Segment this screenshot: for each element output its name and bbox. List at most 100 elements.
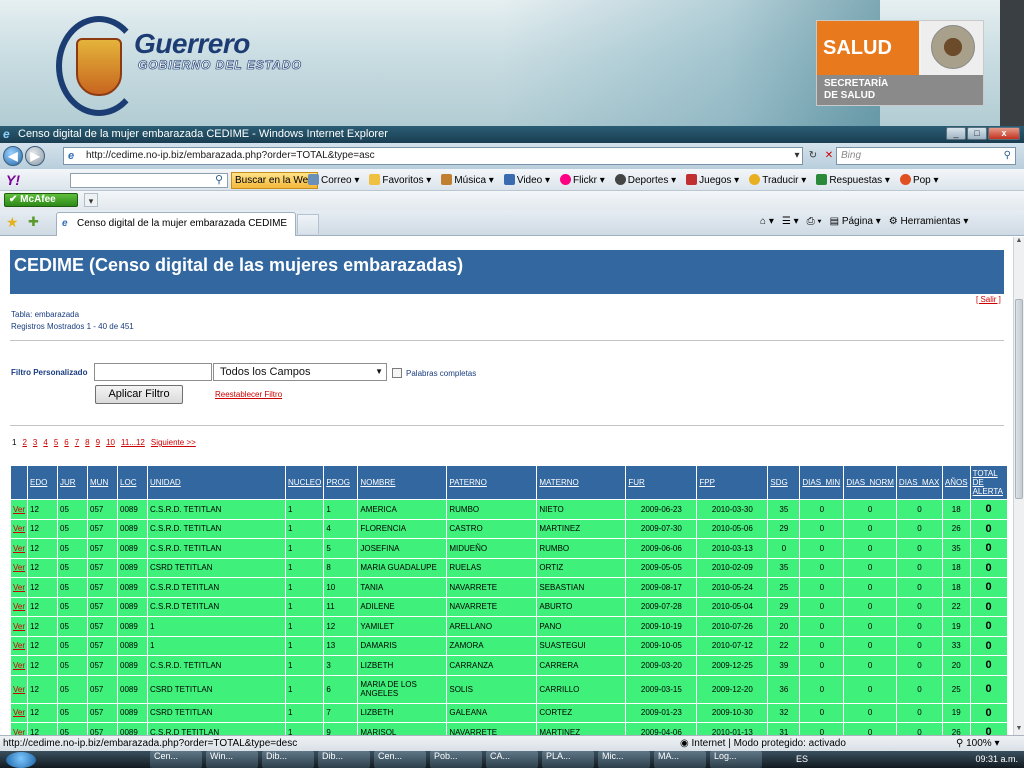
yahoo-link-respuestas[interactable]: Respuestas ▾ [816,173,890,188]
page-link[interactable]: 4 [43,438,47,447]
close-button[interactable]: x [988,127,1020,140]
language-indicator[interactable]: ES [796,751,808,768]
mcafee-dropdown-icon[interactable]: ▾ [84,193,98,207]
reset-filter-link[interactable]: Reestablecer Filtro [215,390,282,399]
address-dropdown-icon[interactable]: ▾ [790,147,804,165]
logout-link[interactable]: [ Salir ] [976,295,1001,304]
view-link[interactable]: Ver [9,722,29,735]
filter-input[interactable] [94,363,212,381]
column-header[interactable]: LOC [117,465,149,500]
favorites-star-icon[interactable]: ★ [6,214,19,231]
yahoo-link-correo[interactable]: Correo ▾ [308,173,359,188]
forward-button[interactable]: ▶ [25,146,45,166]
taskbar-button[interactable]: Dib... [318,751,370,768]
page-link[interactable]: Siguiente >> [151,438,196,447]
vertical-scrollbar[interactable]: ▲ ▼ [1013,237,1024,735]
column-header[interactable]: MUN [87,465,119,500]
back-button[interactable]: ◀ [3,146,23,166]
taskbar-button[interactable]: MA... [654,751,706,768]
page-link[interactable]: 5 [54,438,58,447]
column-header[interactable]: SDG [767,465,801,500]
column-header[interactable]: PROG [323,465,359,500]
field-select[interactable]: Todos los Campos ▼ [213,363,387,381]
column-header[interactable]: DIAS_MIN [799,465,845,500]
column-header[interactable]: FUR [625,465,698,500]
whole-words-checkbox[interactable] [392,368,402,378]
column-header[interactable]: EDO [27,465,59,500]
page-link[interactable]: 6 [64,438,68,447]
scroll-up-icon[interactable]: ▲ [1014,237,1024,247]
column-header[interactable]: DIAS_MAX [895,465,943,500]
yahoo-search-button[interactable]: Buscar en la Web [231,172,318,189]
column-header[interactable]: FPP [696,465,769,500]
taskbar-button[interactable]: PLA... [542,751,594,768]
view-link[interactable]: Ver [9,702,29,723]
page-link[interactable]: 3 [33,438,37,447]
taskbar-button[interactable]: CA... [486,751,538,768]
add-favorite-icon[interactable]: ✚ [28,214,39,230]
column-header[interactable]: UNIDAD [147,465,287,500]
yahoo-link-deportes[interactable]: Deportes ▾ [614,173,676,188]
tools-menu[interactable]: ⚙ Herramientas ▾ [889,214,969,230]
taskbar-button[interactable]: Log... [710,751,762,768]
tab-cedime[interactable]: e Censo digital de la mujer embarazada C… [56,212,296,236]
view-link[interactable]: Ver [9,538,29,559]
yahoo-search-input[interactable]: ⚲ [70,173,228,188]
address-field[interactable]: e http://cedime.no-ip.biz/embarazada.php… [63,147,803,165]
view-link[interactable]: Ver [9,674,29,704]
mcafee-button[interactable]: ✔ McAfee [4,193,78,207]
yahoo-link-favoritos[interactable]: Favoritos ▾ [369,173,431,188]
taskbar-button[interactable]: Pob... [430,751,482,768]
home-icon[interactable]: ⌂ ▾ [760,214,774,230]
page-menu[interactable]: ▤ Página ▾ [830,214,881,230]
view-link[interactable]: Ver [9,596,29,617]
view-link[interactable]: Ver [9,635,29,656]
taskbar-button[interactable]: Cen... [374,751,426,768]
page-link[interactable]: 11...12 [121,438,145,447]
yahoo-link-musica[interactable]: Música ▾ [441,173,494,188]
print-icon[interactable]: ⎙ ▾ [807,214,822,230]
yahoo-logo[interactable]: Y! [6,172,20,188]
view-link[interactable]: Ver [9,557,29,578]
page-link[interactable]: 9 [96,438,100,447]
page-link[interactable]: 10 [106,438,115,447]
column-header[interactable]: NOMBRE [357,465,448,500]
page-link[interactable]: 8 [85,438,89,447]
column-header[interactable]: PATERNO [446,465,538,500]
view-link[interactable]: Ver [9,518,29,539]
new-tab-button[interactable] [297,214,319,234]
maximize-button[interactable]: □ [967,127,987,140]
taskbar-button[interactable]: Win... [206,751,258,768]
yahoo-link-video[interactable]: Video ▾ [503,173,550,188]
start-button[interactable] [6,752,36,768]
scrollbar-thumb[interactable] [1015,299,1023,499]
zoom-control[interactable]: ⚲ 100% ▾ [956,736,1000,751]
taskbar-button[interactable]: Cen... [150,751,202,768]
taskbar-button[interactable]: Mic... [598,751,650,768]
yahoo-link-juegos[interactable]: Juegos ▾ [686,173,739,188]
scroll-down-icon[interactable]: ▼ [1014,725,1024,735]
view-link[interactable]: Ver [9,499,29,520]
view-link[interactable]: Ver [9,577,29,598]
column-header[interactable]: JUR [57,465,89,500]
taskbar-button[interactable]: Dib... [262,751,314,768]
yahoo-link-flickr[interactable]: Flickr ▾ [560,173,605,188]
apply-filter-button[interactable]: Aplicar Filtro [95,385,183,404]
yahoo-search-icon[interactable]: ⚲ [215,173,223,186]
page-link[interactable]: 7 [75,438,79,447]
column-header[interactable]: TOTAL DE ALERTA [969,465,1008,500]
column-header[interactable]: NUCLEO [285,465,325,500]
column-header[interactable]: MATERNO [536,465,627,500]
refresh-icon[interactable]: ↻ [806,147,820,165]
minimize-button[interactable]: _ [946,127,966,140]
column-header[interactable]: DIAS_NORM [843,465,897,500]
view-link[interactable]: Ver [9,616,29,637]
yahoo-link-traducir[interactable]: Traducir ▾ [749,173,806,188]
page-link[interactable]: 2 [22,438,26,447]
view-link[interactable]: Ver [9,655,29,676]
yahoo-link-pop[interactable]: Pop ▾ [899,173,939,188]
search-icon[interactable]: ⚲ [1004,148,1011,164]
search-input[interactable]: Bing ⚲ [836,147,1016,165]
feeds-icon[interactable]: ☰ ▾ [782,214,799,230]
stop-icon[interactable]: ✕ [822,147,836,165]
